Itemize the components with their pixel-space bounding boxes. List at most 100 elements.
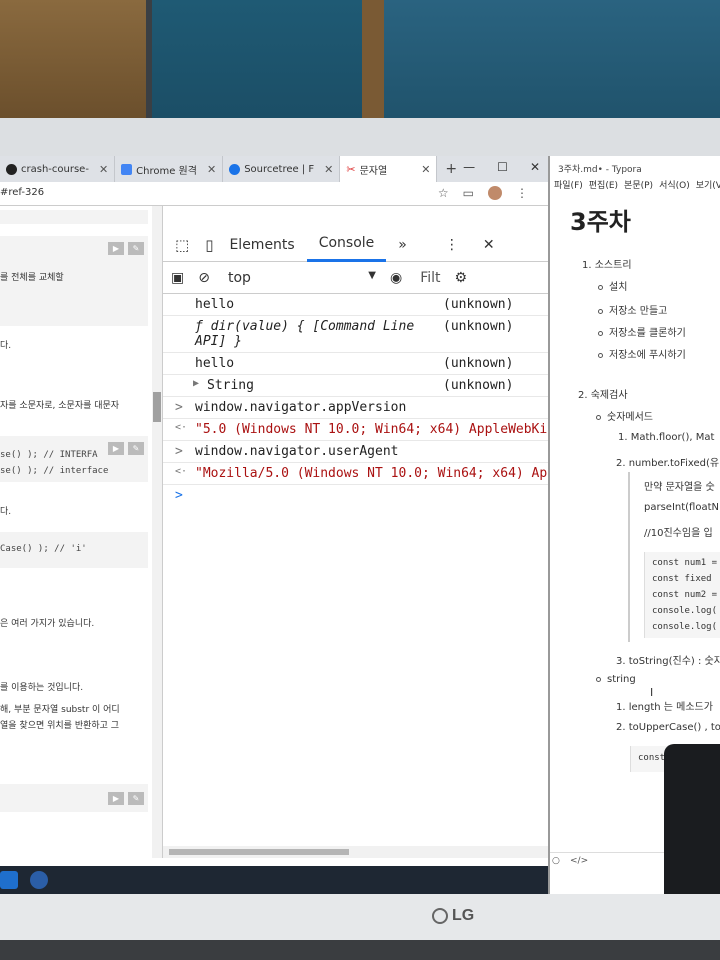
page-scrollbar[interactable] bbox=[152, 206, 162, 858]
sidebar-toggle-icon[interactable]: ▣ bbox=[163, 270, 192, 286]
cast-icon[interactable]: ▭ bbox=[463, 186, 474, 200]
edit-icon[interactable]: ✎ bbox=[128, 442, 144, 455]
bullet-icon bbox=[598, 308, 603, 314]
run-icon[interactable]: ▶ bbox=[108, 242, 124, 255]
log-text: window.navigator.userAgent bbox=[195, 444, 399, 459]
vscode-icon[interactable] bbox=[0, 871, 18, 889]
bullet-icon bbox=[598, 352, 603, 358]
close-icon[interactable]: ✕ bbox=[421, 163, 430, 176]
star-icon[interactable]: ☆ bbox=[438, 186, 449, 200]
more-tabs-button[interactable]: » bbox=[386, 228, 419, 262]
code-buttons: ▶ ✎ bbox=[108, 792, 144, 805]
tab-sourcetree[interactable]: Sourcetree | F ✕ bbox=[223, 156, 341, 182]
expand-triangle-icon[interactable]: ▶ bbox=[193, 378, 199, 389]
maximize-button[interactable]: ☐ bbox=[497, 160, 508, 174]
close-icon[interactable]: ✕ bbox=[324, 163, 333, 176]
log-source[interactable]: (unknown) bbox=[443, 319, 513, 334]
typora-title: 3주차.md• - Typora bbox=[558, 165, 642, 175]
code-line: const bbox=[638, 753, 666, 763]
code-line: console.log( bbox=[652, 606, 718, 616]
edit-icon[interactable]: ✎ bbox=[128, 792, 144, 805]
menu-edit[interactable]: 편집(E) bbox=[589, 178, 618, 191]
list-item: 저장소 만들고 bbox=[598, 302, 667, 317]
bullet-icon bbox=[598, 284, 603, 290]
log-text: "Mozilla/5.0 (Windows NT 10.0; Win64; x6… bbox=[195, 466, 548, 481]
list-item: string bbox=[596, 674, 636, 685]
scissors-icon: ✂ bbox=[346, 162, 356, 176]
edit-icon[interactable]: ✎ bbox=[128, 242, 144, 255]
foreground-device bbox=[664, 744, 720, 894]
quote-text: 만약 문자열을 숫 bbox=[644, 482, 715, 493]
tab-elements[interactable]: Elements bbox=[217, 228, 306, 262]
device-toolbar-icon[interactable]: ▯ bbox=[201, 228, 217, 262]
page-content: ▶ ✎ 를 전체를 교체할 다. 자를 소문자로, 소문자를 대문자 ▶ ✎ s… bbox=[0, 206, 162, 866]
clear-console-icon[interactable]: ⊘ bbox=[192, 270, 216, 286]
page-text: 은 여러 가지가 있습니다. bbox=[0, 619, 95, 629]
devtools-hscrollbar[interactable] bbox=[163, 846, 549, 858]
context-selector[interactable]: top ▼ bbox=[224, 270, 380, 286]
menu-format[interactable]: 서식(O) bbox=[659, 178, 690, 191]
avatar[interactable] bbox=[488, 186, 502, 200]
run-icon[interactable]: ▶ bbox=[108, 442, 124, 455]
menu-view[interactable]: 보기(V bbox=[696, 178, 720, 191]
filter-input[interactable]: Filt bbox=[412, 270, 448, 286]
log-source[interactable]: (unknown) bbox=[443, 356, 513, 371]
gear-icon[interactable]: ⚙ bbox=[449, 270, 474, 286]
page-text: 다. bbox=[0, 341, 12, 351]
console-row[interactable]: ▶ String (unknown) bbox=[163, 375, 549, 397]
log-text: hello bbox=[195, 297, 235, 312]
sourcetree-icon[interactable] bbox=[30, 871, 48, 889]
new-tab-button[interactable]: + bbox=[437, 161, 465, 177]
code-line: Case() ); // 'i' bbox=[0, 544, 87, 554]
list-item: 설치 bbox=[598, 278, 627, 293]
close-icon[interactable]: ✕ bbox=[471, 228, 507, 262]
run-icon[interactable]: ▶ bbox=[108, 792, 124, 805]
tab-chrome-remote[interactable]: Chrome 원격 ✕ bbox=[115, 156, 224, 182]
list-item: 저장소를 클론하기 bbox=[598, 324, 686, 339]
tab-label: crash-course- bbox=[21, 163, 89, 175]
log-source[interactable]: (unknown) bbox=[443, 297, 513, 312]
tab-console[interactable]: Console bbox=[306, 228, 387, 262]
console-input-row[interactable]: > bbox=[163, 485, 549, 507]
log-source[interactable]: (unknown) bbox=[443, 378, 513, 393]
github-icon bbox=[6, 163, 17, 175]
list-item: 저장소에 푸시하기 bbox=[598, 346, 686, 361]
address-text[interactable]: #ref-326 bbox=[0, 187, 44, 198]
scrollbar-thumb[interactable] bbox=[169, 849, 349, 855]
log-text: "5.0 (Windows NT 10.0; Win64; x64) Apple… bbox=[195, 422, 548, 437]
scrollbar-thumb[interactable] bbox=[153, 392, 161, 422]
map-pin-icon bbox=[229, 163, 241, 175]
close-icon[interactable]: ✕ bbox=[207, 163, 216, 176]
eye-icon[interactable]: ◉ bbox=[380, 270, 412, 286]
code-block bbox=[0, 210, 148, 224]
menu-dots-icon[interactable]: ⋮ bbox=[433, 228, 471, 262]
address-bar[interactable]: #ref-326 ☆ ▭ ⋮ bbox=[0, 182, 548, 206]
minimize-button[interactable]: — bbox=[463, 160, 475, 174]
code-line: se() ); // interface bbox=[0, 466, 109, 476]
chrome-icon bbox=[121, 163, 133, 175]
console-row: hello (unknown) bbox=[163, 353, 549, 375]
console-row: > window.navigator.userAgent bbox=[163, 441, 549, 463]
console-toolbar: ▣ ⊘ top ▼ ◉ Filt ⚙ bbox=[163, 262, 549, 294]
list-item: 1. 소스트리 bbox=[582, 260, 632, 271]
taskbar bbox=[0, 866, 548, 894]
inspect-icon[interactable]: ⬚ bbox=[163, 228, 201, 262]
close-window-button[interactable]: ✕ bbox=[530, 160, 540, 174]
close-icon[interactable]: ✕ bbox=[99, 163, 108, 176]
monitor-bezel-bottom bbox=[0, 894, 720, 940]
input-prompt-icon: > bbox=[175, 488, 183, 503]
list-item: 1. Math.floor(), Mat bbox=[618, 432, 715, 443]
tab-string[interactable]: ✂ 문자열 ✕ bbox=[340, 156, 438, 182]
outline-toggle-icon[interactable]: ○ bbox=[552, 856, 560, 866]
input-prompt-icon: > bbox=[175, 444, 183, 459]
menu-file[interactable]: 파일(F) bbox=[554, 178, 583, 191]
tab-github[interactable]: crash-course- ✕ bbox=[0, 156, 116, 182]
menu-paragraph[interactable]: 본문(P) bbox=[624, 178, 653, 191]
source-mode-icon[interactable]: </> bbox=[570, 856, 588, 866]
console-row: > window.navigator.appVersion bbox=[163, 397, 549, 419]
input-prompt-icon: > bbox=[175, 400, 183, 415]
bullet-icon bbox=[596, 414, 601, 420]
menu-dots-icon[interactable]: ⋮ bbox=[516, 186, 528, 200]
list-item: 숫자메서드 bbox=[596, 408, 653, 423]
address-bar-icons: ☆ ▭ ⋮ bbox=[438, 186, 528, 200]
